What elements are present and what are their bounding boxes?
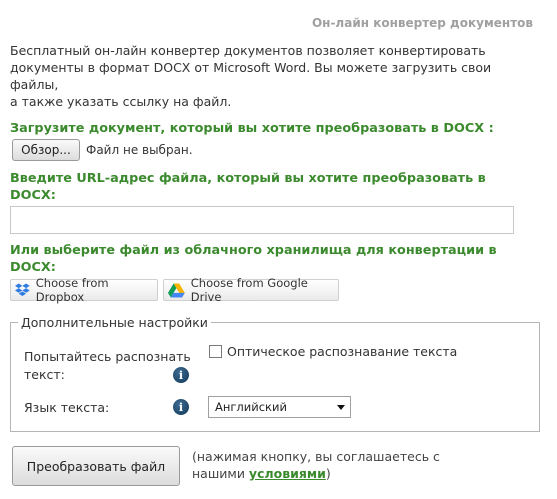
consent-line: (нажимая кнопку, вы соглашаетесь с (192, 449, 440, 464)
intro-line: Бесплатный он-лайн конвертер документов … (10, 43, 486, 58)
upload-label: Загрузите документ, который вы хотите пр… (10, 121, 494, 136)
language-select-value: Английский (215, 400, 287, 414)
cloud-label: Или выберите файл из облачного хранилища… (10, 242, 510, 276)
ocr-checkbox-label[interactable]: Оптическое распознавание текста (227, 344, 457, 359)
url-input[interactable] (10, 206, 514, 234)
url-label-line: DOCX: (10, 188, 56, 203)
dropbox-button-label: Choose from Dropbox (35, 276, 109, 304)
url-label-line: Введите URL-адрес файла, который вы хоти… (10, 171, 486, 186)
google-drive-icon (168, 283, 185, 297)
language-info-icon[interactable]: i (173, 399, 189, 415)
cloud-label-line: DOCX: (10, 260, 56, 275)
gdrive-button-label: Choose from Google Drive (190, 276, 308, 304)
intro-line: документы в формат DOCX от Microsoft Wor… (10, 60, 492, 92)
page-header-title: Он-лайн конвертер документов (311, 16, 533, 30)
cloud-label-line: Или выберите файл из облачного хранилища… (10, 243, 497, 258)
dropbox-icon (15, 283, 30, 296)
dropbox-button[interactable]: Choose from Dropbox (10, 276, 158, 304)
language-label: Язык текста: (24, 400, 110, 415)
intro-line: а также указать ссылку на файл. (10, 94, 232, 109)
consent-suffix: ) (325, 466, 331, 481)
language-select[interactable]: Английский (208, 396, 351, 418)
consent-line: нашими условиями) (192, 465, 452, 482)
settings-legend: Дополнительные настройки (18, 315, 211, 330)
gdrive-button[interactable]: Choose from Google Drive (163, 276, 339, 304)
ocr-info-icon[interactable]: i (173, 367, 189, 383)
no-file-text: Файл не выбран. (86, 143, 193, 157)
browse-button[interactable]: Обзор... (12, 139, 80, 161)
consent-text: (нажимая кнопку, вы соглашаетесь с нашим… (192, 448, 452, 482)
ocr-prompt-line: Попытайтесь распознать (24, 349, 191, 364)
intro-text: Бесплатный он-лайн конвертер документов … (10, 42, 540, 110)
consent-prefix: нашими (192, 466, 249, 481)
terms-link[interactable]: условиями (249, 466, 326, 481)
ocr-prompt-label: Попытайтесь распознать текст: (24, 348, 191, 384)
chevron-down-icon (337, 405, 345, 410)
convert-button[interactable]: Преобразовать файл (12, 446, 180, 486)
url-label: Введите URL-адрес файла, который вы хоти… (10, 170, 510, 204)
ocr-checkbox[interactable] (209, 345, 222, 358)
ocr-prompt-line: текст: (24, 367, 65, 382)
